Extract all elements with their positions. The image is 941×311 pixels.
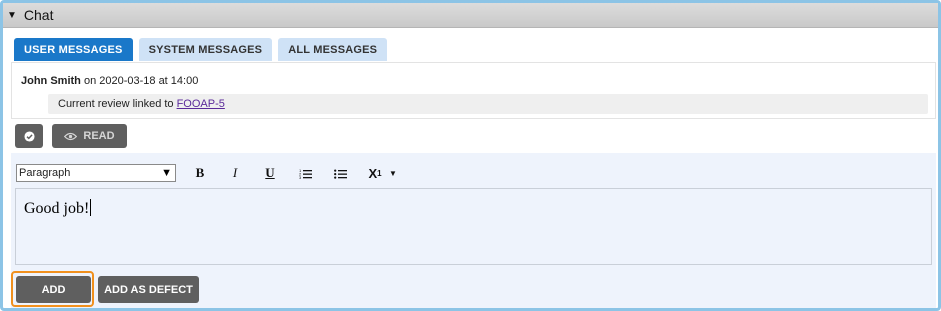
message-body: Current review linked to FOOAP-5 <box>48 94 928 114</box>
check-circle-icon <box>23 130 35 142</box>
add-button[interactable]: ADD <box>16 276 91 303</box>
bold-icon[interactable]: B <box>189 164 211 182</box>
svg-text:3: 3 <box>299 175 302 179</box>
unordered-list-icon[interactable] <box>329 164 351 182</box>
caret-down-icon[interactable]: ▼ <box>7 10 17 21</box>
read-label: READ <box>83 130 115 142</box>
text-cursor <box>90 199 92 216</box>
chat-panel: ▼ Chat USER MESSAGES SYSTEM MESSAGES ALL… <box>0 0 941 311</box>
add-as-defect-button[interactable]: ADD AS DEFECT <box>98 276 199 303</box>
message-text: Current review linked to <box>58 98 174 110</box>
chevron-down-icon[interactable]: ▼ <box>388 164 398 182</box>
message-tabs: USER MESSAGES SYSTEM MESSAGES ALL MESSAG… <box>14 38 393 61</box>
format-select[interactable]: Paragraph ▼ <box>16 164 176 182</box>
message-header: John Smith on 2020-03-18 at 14:00 <box>21 75 198 87</box>
tab-system-messages[interactable]: SYSTEM MESSAGES <box>138 38 273 61</box>
tab-all-messages[interactable]: ALL MESSAGES <box>278 38 388 61</box>
subscript-icon[interactable]: X1 <box>364 164 386 182</box>
italic-icon[interactable]: I <box>224 164 246 182</box>
format-select-value: Paragraph <box>19 167 71 179</box>
comment-text-area[interactable]: Good job! <box>15 188 932 265</box>
message-author: John Smith <box>21 75 81 87</box>
message-timestamp: on 2020-03-18 at 14:00 <box>83 75 199 87</box>
editor-toolbar: Paragraph ▼ B I U 1 2 3 X 1 ▼ <box>16 164 398 182</box>
comment-text: Good job! <box>24 200 90 217</box>
mark-check-button[interactable] <box>15 124 43 148</box>
message-list: John Smith on 2020-03-18 at 14:00 Curren… <box>11 62 936 119</box>
issue-link[interactable]: FOOAP-5 <box>177 98 225 110</box>
chat-panel-header[interactable]: ▼ Chat <box>3 3 938 28</box>
comment-editor: Paragraph ▼ B I U 1 2 3 X 1 ▼ Good job! … <box>11 153 936 308</box>
tab-user-messages[interactable]: USER MESSAGES <box>14 38 133 61</box>
panel-title: Chat <box>23 7 54 23</box>
dropdown-arrow-icon: ▼ <box>161 167 172 179</box>
underline-icon[interactable]: U <box>259 164 281 182</box>
eye-icon <box>64 132 78 140</box>
ordered-list-icon[interactable]: 1 2 3 <box>294 164 316 182</box>
mark-read-button[interactable]: READ <box>52 124 127 148</box>
